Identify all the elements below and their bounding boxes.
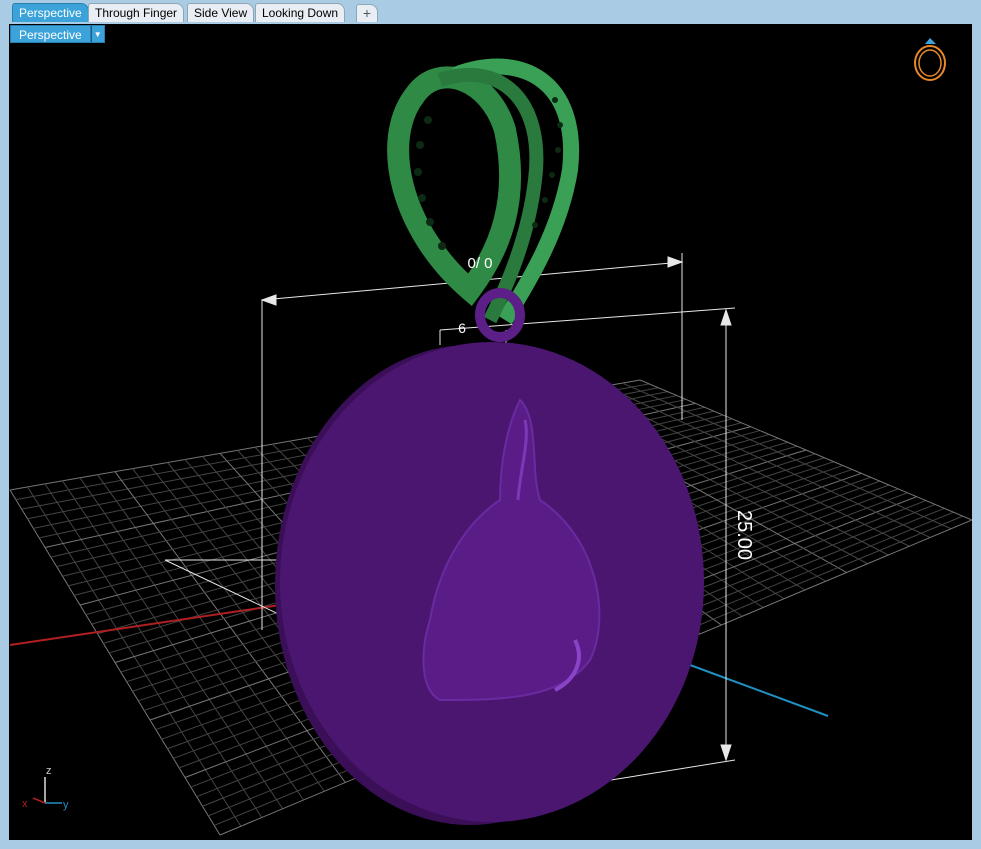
chevron-down-icon[interactable]: ▼ — [90, 25, 105, 43]
dimension-width-label: 0/ 0 — [467, 255, 492, 272]
axis-label-y: y — [63, 799, 69, 811]
view-tab-bar: Perspective Through Finger Side View Loo… — [0, 0, 981, 24]
app-window: Perspective Through Finger Side View Loo… — [0, 0, 981, 849]
axis-label-x: x — [22, 798, 28, 810]
ring-navigation-icon[interactable] — [914, 38, 946, 81]
add-tab-button[interactable]: + — [356, 4, 378, 22]
tab-through-finger[interactable]: Through Finger — [88, 3, 185, 22]
axis-label-z: z — [46, 765, 52, 777]
tab-perspective[interactable]: Perspective — [12, 3, 89, 22]
view-selector-label[interactable]: Perspective — [10, 25, 91, 43]
tab-side-view[interactable]: Side View — [187, 3, 255, 22]
tab-looking-down[interactable]: Looking Down — [255, 3, 346, 22]
view-selector[interactable]: Perspective ▼ — [10, 25, 105, 43]
frame-left — [0, 24, 9, 849]
3d-viewport[interactable]: 25.00 0/ 0 6 z y x — [9, 24, 972, 840]
y-axis-line — [689, 664, 829, 717]
dimension-height-label: 25.00 — [733, 510, 755, 560]
dimension-depth-label: 6 — [458, 320, 466, 336]
bail-model — [387, 58, 580, 325]
frame-right — [972, 24, 981, 849]
axis-triad: z y x — [22, 765, 69, 811]
frame-bottom — [0, 840, 981, 849]
scene-canvas: 25.00 0/ 0 6 z y x — [9, 38, 972, 836]
